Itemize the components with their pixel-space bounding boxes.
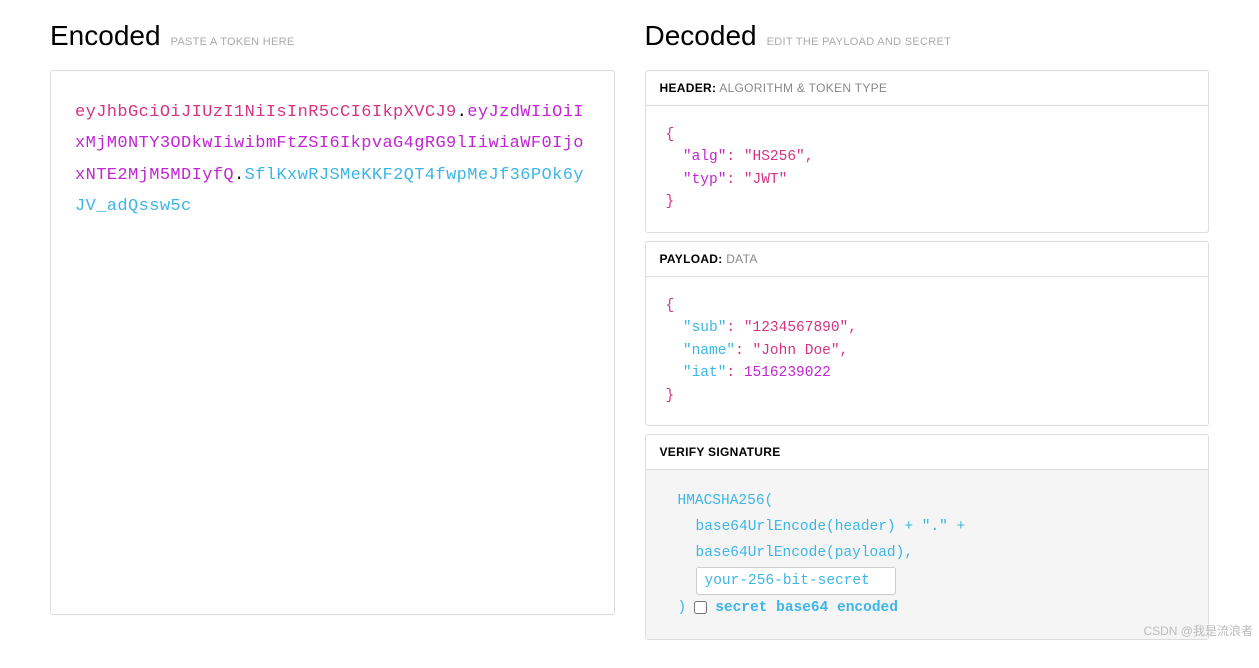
signature-line-3: base64UrlEncode(payload),: [666, 540, 1189, 566]
header-section-sublabel: ALGORITHM & TOKEN TYPE: [719, 81, 887, 95]
encoded-title: Encoded: [50, 20, 161, 52]
token-dot: .: [457, 103, 468, 122]
secret-base64-label: secret base64 encoded: [715, 595, 898, 621]
decoded-subtitle: EDIT THE PAYLOAD AND SECRET: [767, 36, 952, 48]
payload-section-sublabel: DATA: [726, 252, 757, 266]
payload-section-label: PAYLOAD:: [660, 252, 723, 266]
secret-input[interactable]: [696, 567, 896, 595]
decoded-title: Decoded: [645, 20, 757, 52]
encoded-subtitle: PASTE A TOKEN HERE: [171, 36, 295, 48]
header-section-label: HEADER:: [660, 81, 717, 95]
header-section: HEADER: ALGORITHM & TOKEN TYPE { "alg": …: [645, 70, 1210, 233]
header-section-title: HEADER: ALGORITHM & TOKEN TYPE: [646, 71, 1209, 106]
encoded-column: Encoded PASTE A TOKEN HERE eyJhbGciOiJIU…: [50, 20, 615, 648]
signature-section: VERIFY SIGNATURE HMACSHA256( base64UrlEn…: [645, 434, 1210, 639]
token-dot: .: [234, 166, 245, 185]
payload-section-title: PAYLOAD: DATA: [646, 242, 1209, 277]
decoded-column: Decoded EDIT THE PAYLOAD AND SECRET HEAD…: [645, 20, 1210, 648]
header-json-body[interactable]: { "alg": "HS256", "typ": "JWT" }: [646, 106, 1209, 232]
payload-json-body[interactable]: { "sub": "1234567890", "name": "John Doe…: [646, 277, 1209, 425]
token-header-part: eyJhbGciOiJIUzI1NiIsInR5cCI6IkpXVCJ9: [75, 103, 457, 122]
encoded-token-textarea[interactable]: eyJhbGciOiJIUzI1NiIsInR5cCI6IkpXVCJ9.eyJ…: [50, 70, 615, 615]
signature-close-paren: ): [678, 595, 687, 621]
signature-body: HMACSHA256( base64UrlEncode(header) + ".…: [646, 470, 1209, 638]
signature-line-2: base64UrlEncode(header) + "." +: [666, 514, 1189, 540]
signature-section-label: VERIFY SIGNATURE: [660, 445, 781, 459]
payload-section: PAYLOAD: DATA { "sub": "1234567890", "na…: [645, 241, 1210, 426]
signature-section-title: VERIFY SIGNATURE: [646, 435, 1209, 470]
signature-line-1: HMACSHA256(: [666, 488, 1189, 514]
watermark: CSDN @我是流浪者: [1143, 622, 1253, 639]
secret-base64-checkbox[interactable]: [694, 601, 707, 614]
